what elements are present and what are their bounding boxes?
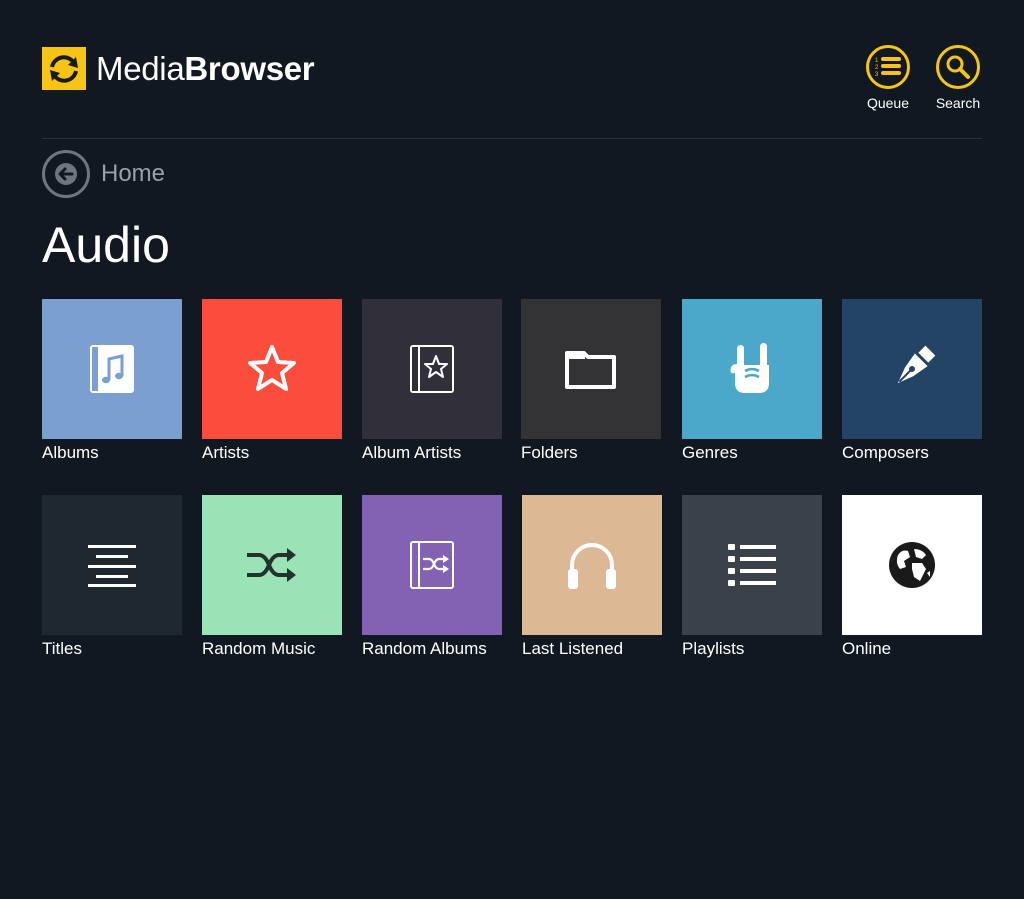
numbered-list-icon: 1 2 3	[866, 45, 910, 89]
tile-label: Albums	[42, 443, 99, 462]
tile-titles-image	[42, 495, 182, 635]
svg-text:1: 1	[875, 58, 879, 64]
tile-label: Folders	[521, 443, 578, 462]
tile-composers-image	[842, 299, 982, 439]
tile-online-image	[842, 495, 982, 635]
tile-playlists[interactable]: Playlists	[682, 495, 822, 659]
search-icon	[936, 45, 980, 89]
tile-label: Online	[842, 639, 892, 658]
sync-logo-icon	[42, 47, 86, 90]
tile-random-music[interactable]: Random Music	[202, 495, 342, 659]
back-button[interactable]: Home	[42, 150, 165, 198]
star-book-icon	[410, 345, 454, 393]
tile-online[interactable]: Online	[842, 495, 982, 659]
tile-random-albums[interactable]: Random Albums	[362, 495, 502, 659]
tile-random-albums-image	[362, 495, 502, 635]
tile-artists-image	[202, 299, 342, 439]
globe-icon	[889, 542, 935, 588]
list-icon	[728, 544, 776, 586]
tile-playlists-image	[682, 495, 822, 635]
tile-genres[interactable]: Genres	[682, 299, 822, 463]
tile-label: Playlists	[682, 639, 745, 658]
tile-label: Artists	[202, 443, 250, 462]
queue-label: Queue	[866, 95, 910, 111]
tile-folders-image	[521, 299, 661, 439]
rock-hand-icon	[730, 343, 769, 393]
music-note-book-icon	[90, 345, 134, 393]
tile-artists[interactable]: Artists	[202, 299, 342, 463]
back-label: Home	[101, 160, 166, 187]
shuffle-icon	[247, 548, 296, 582]
svg-text:2: 2	[875, 65, 879, 71]
tile-random-music-image	[202, 495, 342, 635]
search-label: Search	[935, 95, 981, 111]
queue-button[interactable]: 1 2 3 Queue	[858, 45, 918, 111]
tile-composers[interactable]: Composers	[842, 299, 982, 463]
headphones-icon	[568, 543, 616, 589]
tile-titles[interactable]: Titles	[42, 495, 182, 659]
back-arrow-icon	[42, 150, 90, 198]
page-title: Audio	[42, 217, 170, 273]
tile-label: Random Music	[202, 639, 316, 658]
lines-icon	[88, 545, 136, 587]
tile-folders[interactable]: Folders	[521, 299, 661, 463]
app-logo: MediaBrowser	[42, 47, 315, 90]
app-title: MediaBrowser	[96, 50, 315, 87]
svg-text:3: 3	[875, 72, 879, 78]
folder-icon	[565, 351, 616, 389]
tile-label: Titles	[42, 639, 82, 658]
tile-last-listened[interactable]: Last Listened	[522, 495, 662, 659]
tile-album-artists-image	[362, 299, 502, 439]
tile-album-artists[interactable]: Album Artists	[362, 299, 502, 463]
fountain-pen-icon	[897, 345, 936, 384]
tile-label: Composers	[842, 443, 929, 462]
tile-label: Album Artists	[362, 443, 462, 462]
search-button[interactable]: Search	[928, 45, 988, 111]
tile-label: Last Listened	[522, 639, 624, 658]
tile-label: Genres	[682, 443, 738, 462]
tile-albums[interactable]: Albums	[42, 299, 182, 463]
header-divider	[42, 138, 982, 139]
tile-last-listened-image	[522, 495, 662, 635]
star-icon	[248, 345, 296, 391]
tile-genres-image	[682, 299, 822, 439]
tile-label: Random Albums	[362, 639, 487, 658]
shuffle-book-icon	[410, 541, 454, 589]
tile-albums-image	[42, 299, 182, 439]
